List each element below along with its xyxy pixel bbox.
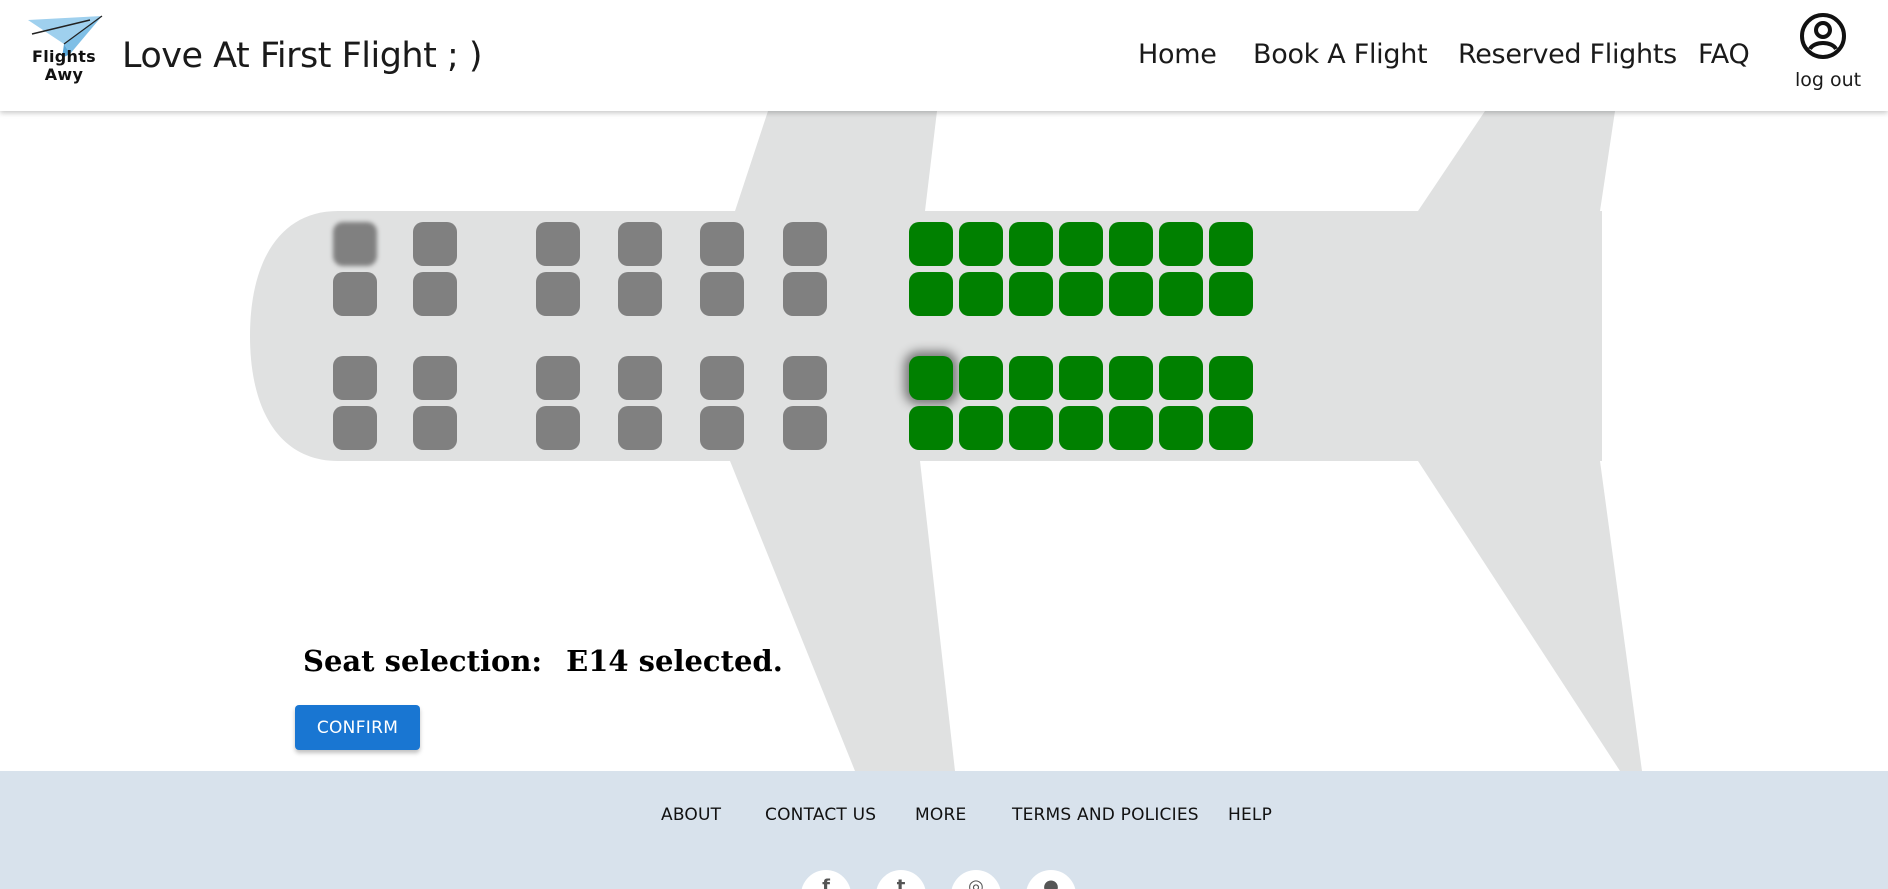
seat bbox=[536, 272, 580, 316]
footer-more-link[interactable]: MORE bbox=[915, 805, 966, 825]
seat bbox=[783, 272, 827, 316]
github-icon[interactable]: ● bbox=[1026, 870, 1076, 889]
seat bbox=[618, 272, 662, 316]
seat[interactable] bbox=[1059, 222, 1103, 266]
seat[interactable] bbox=[1109, 222, 1153, 266]
seat bbox=[536, 222, 580, 266]
seat[interactable] bbox=[959, 406, 1003, 450]
seat bbox=[413, 406, 457, 450]
facebook-icon[interactable]: f bbox=[801, 870, 851, 889]
twitter-icon[interactable]: t bbox=[876, 870, 926, 889]
selected-seat-text: E14 selected. bbox=[566, 644, 783, 678]
seat[interactable] bbox=[1009, 356, 1053, 400]
confirm-button[interactable]: CONFIRM bbox=[295, 705, 420, 750]
seat[interactable] bbox=[1159, 272, 1203, 316]
nav-home-link[interactable]: Home bbox=[1138, 38, 1217, 72]
seat-selection-area: Seat selection: E14 selected. CONFIRM bbox=[0, 111, 1888, 771]
seat[interactable] bbox=[959, 272, 1003, 316]
seat[interactable] bbox=[1009, 406, 1053, 450]
seat bbox=[413, 222, 457, 266]
logo-text-line2: Awy bbox=[44, 65, 84, 84]
seat[interactable] bbox=[959, 222, 1003, 266]
seat bbox=[333, 406, 377, 450]
seat bbox=[333, 272, 377, 316]
seat bbox=[700, 406, 744, 450]
seat[interactable] bbox=[1009, 222, 1053, 266]
nav-book-a-flight-link[interactable]: Book A Flight bbox=[1253, 38, 1428, 72]
seat bbox=[618, 356, 662, 400]
seat bbox=[536, 406, 580, 450]
logout-label: log out bbox=[1794, 69, 1862, 91]
nav-faq-link[interactable]: FAQ bbox=[1698, 38, 1750, 72]
seat[interactable] bbox=[1109, 406, 1153, 450]
seat[interactable] bbox=[1109, 272, 1153, 316]
flights-awy-logo[interactable]: Flights Awy bbox=[24, 14, 104, 94]
seat[interactable] bbox=[959, 356, 1003, 400]
seat bbox=[783, 406, 827, 450]
seat-selection-status: Seat selection: E14 selected. bbox=[303, 644, 783, 678]
seat[interactable] bbox=[909, 406, 953, 450]
footer-about-link[interactable]: ABOUT bbox=[661, 805, 721, 825]
seat bbox=[333, 356, 377, 400]
seat-selection-label: Seat selection: bbox=[303, 644, 543, 678]
footer-contact-us-link[interactable]: CONTACT US bbox=[765, 805, 876, 825]
seat bbox=[618, 222, 662, 266]
seat bbox=[536, 356, 580, 400]
seat[interactable] bbox=[1059, 272, 1103, 316]
nav-reserved-flights-link[interactable]: Reserved Flights bbox=[1458, 38, 1677, 72]
seat bbox=[783, 222, 827, 266]
seat[interactable] bbox=[1159, 222, 1203, 266]
logo-text-line1: Flights bbox=[31, 47, 96, 66]
footer-help-link[interactable]: HELP bbox=[1228, 805, 1272, 825]
seat[interactable] bbox=[1159, 356, 1203, 400]
seat bbox=[413, 272, 457, 316]
seat[interactable] bbox=[909, 222, 953, 266]
seat[interactable] bbox=[1059, 406, 1103, 450]
seat bbox=[700, 356, 744, 400]
site-title: Love At First Flight ; ) bbox=[122, 36, 483, 76]
seat[interactable] bbox=[1009, 272, 1053, 316]
seat bbox=[700, 272, 744, 316]
seat[interactable] bbox=[1109, 356, 1153, 400]
seat[interactable] bbox=[1209, 222, 1253, 266]
account-circle-icon bbox=[1800, 13, 1846, 59]
seat[interactable] bbox=[1159, 406, 1203, 450]
footer-terms-link[interactable]: TERMS AND POLICIES bbox=[1012, 805, 1199, 825]
footer: ABOUT CONTACT US MORE TERMS AND POLICIES… bbox=[0, 771, 1888, 889]
seat bbox=[413, 356, 457, 400]
seat bbox=[618, 406, 662, 450]
seat[interactable] bbox=[1209, 406, 1253, 450]
seat bbox=[783, 356, 827, 400]
seat bbox=[700, 222, 744, 266]
top-app-bar: Flights Awy Love At First Flight ; ) Hom… bbox=[0, 0, 1888, 111]
seat[interactable] bbox=[1059, 356, 1103, 400]
seat-selected[interactable] bbox=[909, 356, 953, 400]
logout-button[interactable]: log out bbox=[1790, 12, 1866, 96]
seat[interactable] bbox=[909, 272, 953, 316]
seat[interactable] bbox=[1209, 356, 1253, 400]
logo-text: Flights Awy bbox=[26, 48, 102, 84]
instagram-icon[interactable]: ◎ bbox=[951, 870, 1001, 889]
seat bbox=[333, 222, 377, 266]
seat[interactable] bbox=[1209, 272, 1253, 316]
